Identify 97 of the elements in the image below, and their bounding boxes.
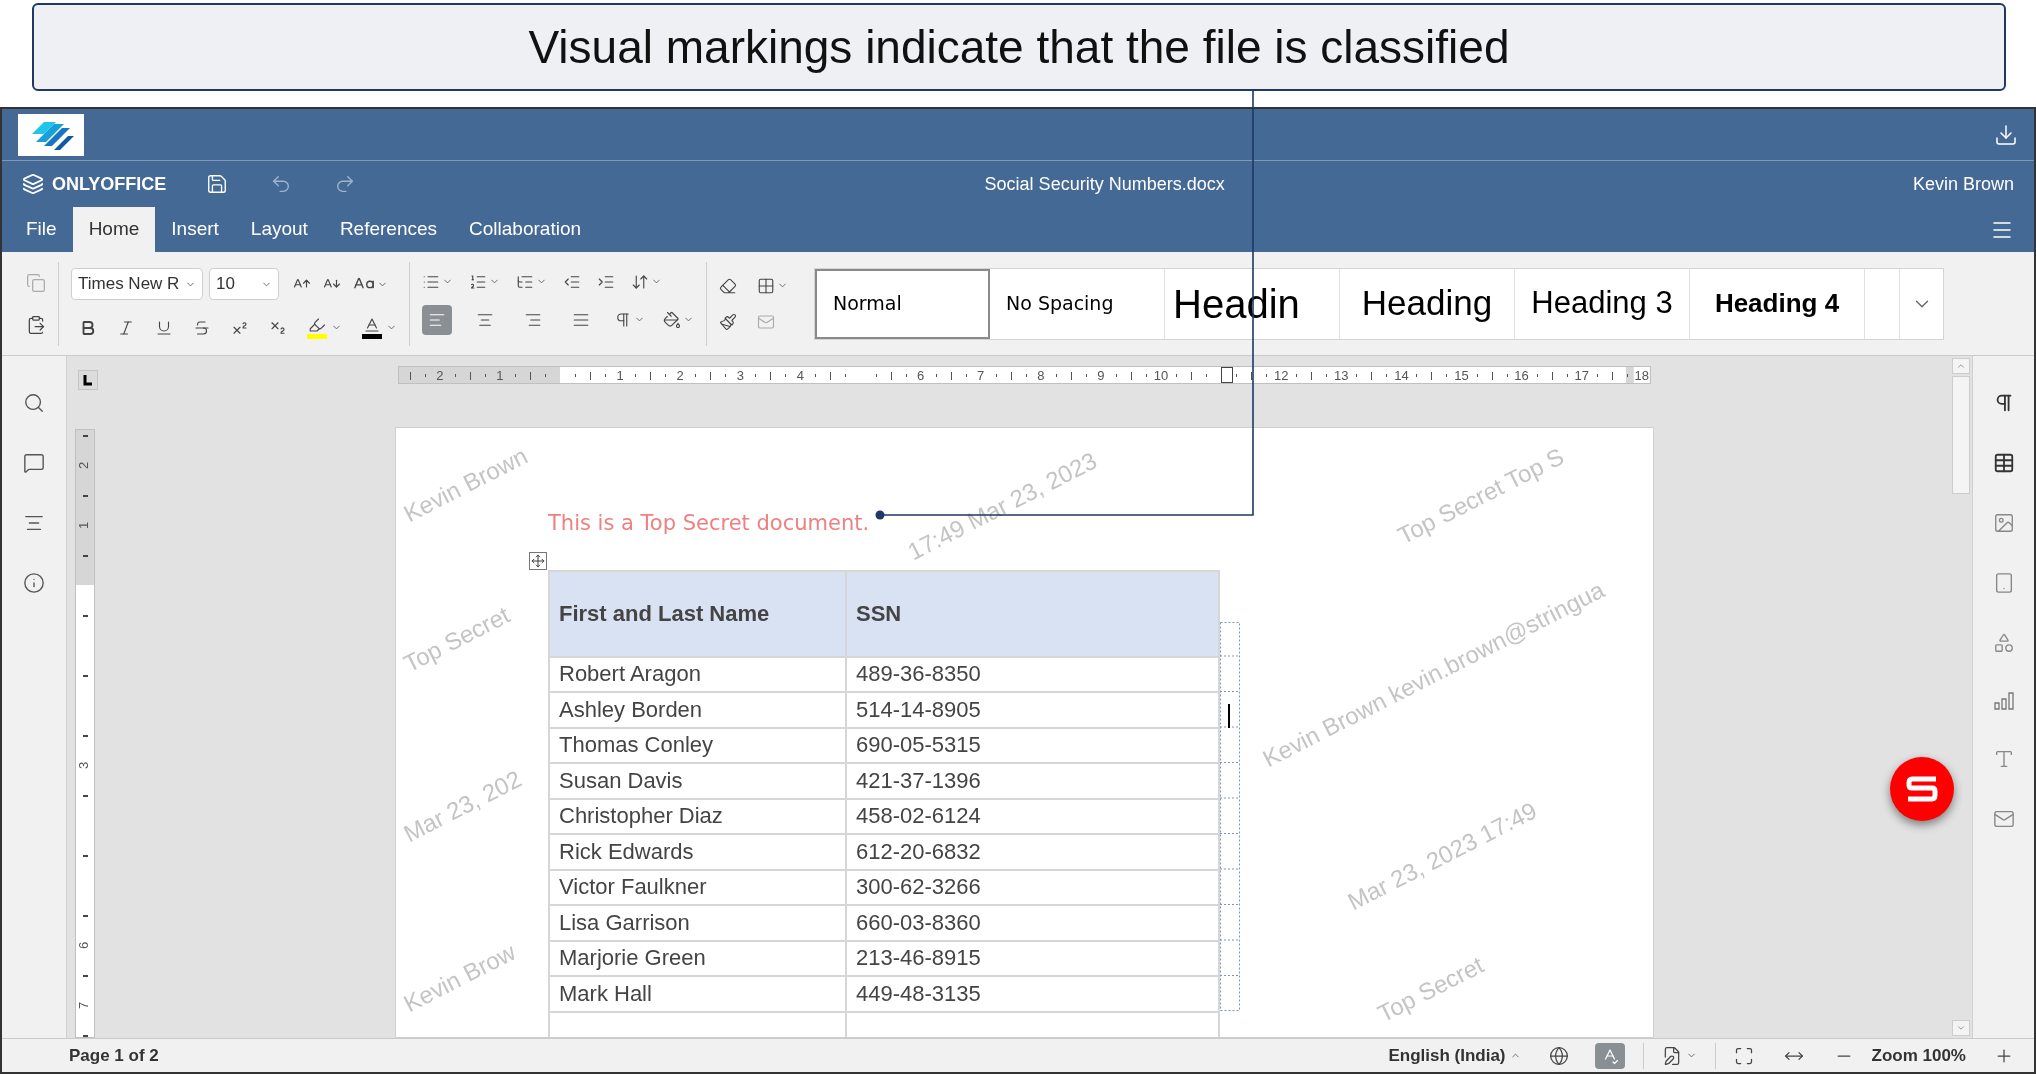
table-cell: Thomas Conley [549, 727, 846, 763]
watermark-text: Mar 23, 202 [399, 764, 527, 848]
tab-stop-icon[interactable] [78, 370, 98, 390]
table-cell: Christopher Diaz [549, 798, 846, 834]
ribbon-tab[interactable]: File [10, 207, 73, 252]
search-icon[interactable] [23, 392, 45, 414]
table-cell: Rick Edwards [549, 834, 846, 870]
language-select[interactable]: English (India) [1388, 1042, 1506, 1069]
user-name[interactable]: Kevin Brown [1912, 170, 2014, 198]
numbered-list-icon[interactable] [469, 272, 487, 291]
zoom-level: Zoom 100% [1871, 1044, 1966, 1067]
download-icon[interactable] [1994, 122, 2018, 147]
table-header-cell: First and Last Name [549, 570, 846, 657]
table-cell: 421-37-1396 [846, 763, 1219, 799]
underline-icon[interactable] [155, 318, 173, 337]
callout-text: Visual markings indicate that the file is classified [528, 19, 1510, 75]
ruler-number: 6 [77, 941, 91, 950]
ribbon-tab[interactable]: Home [72, 207, 156, 252]
italic-icon[interactable] [117, 318, 135, 337]
bar-chart-icon[interactable] [1993, 692, 2014, 710]
vertical-scrollbar[interactable] [1950, 356, 1972, 1038]
ribbon-tab[interactable]: Insert [155, 207, 235, 252]
ruler-number: 2 [77, 461, 91, 470]
ruler-number: 2 [436, 367, 444, 383]
watermark-text: Kevin Brown [399, 441, 533, 528]
table-cell: 489-36-8350 [846, 656, 1219, 692]
table-header-cell: SSN [846, 570, 1219, 657]
globe-icon[interactable] [1548, 1045, 1569, 1066]
style-preset[interactable]: Heading [1340, 268, 1515, 339]
text-cursor [1228, 703, 1230, 728]
logo-icon[interactable] [18, 113, 84, 156]
caret-icon [1956, 1023, 1966, 1033]
eraser-icon[interactable] [719, 276, 737, 295]
comment-icon[interactable] [23, 452, 45, 474]
table-cell: 213-46-8915 [846, 940, 1219, 976]
fit-page-icon[interactable] [1733, 1045, 1754, 1066]
horizontal-ruler[interactable]: 2 1 1 2 3 4 6 7 8 9 10 12 13 14 15 16 17 18 [398, 366, 1651, 384]
shape-settings-icon[interactable] [1992, 632, 2015, 654]
table-cell: 449-48-3135 [846, 976, 1219, 1012]
ruler-number: 3 [77, 761, 91, 770]
table-cell: 690-05-5315 [846, 727, 1219, 763]
font-color-icon[interactable] [363, 316, 381, 334]
color-scheme-icon[interactable] [757, 276, 775, 295]
watermark-text: Mar 23, 2023 17:49 [1343, 796, 1542, 916]
style-preset[interactable]: Normal [815, 268, 990, 339]
ruler-number: 1 [496, 367, 504, 383]
highlight-swatch [307, 334, 327, 339]
paintbrush-icon[interactable] [719, 312, 737, 331]
document-text: This is a Top Secret document. [548, 510, 870, 537]
mail-merge-icon[interactable] [1992, 808, 2015, 830]
style-preset[interactable]: Heading 3 [1515, 268, 1690, 339]
table-cell: Susan Davis [549, 763, 846, 799]
font-size-select[interactable]: 10 [209, 268, 279, 300]
table-cell: Marjorie Green [549, 940, 846, 976]
watermark-text: Kevin Brow [399, 937, 521, 1018]
table-cell: 612-20-6832 [846, 834, 1219, 870]
spell-check-button[interactable] [1594, 1042, 1625, 1069]
table-cell: Robert Aragon [549, 656, 846, 692]
ribbon-tab[interactable]: Layout [234, 207, 324, 252]
ruler-number: 7 [77, 1001, 91, 1010]
document-title: Social Security Numbers.docx [984, 172, 1225, 196]
table-cell: Victor Faulkner [549, 869, 846, 905]
paint-bucket-icon[interactable] [663, 310, 681, 329]
watermark-text: 17:49 Mar 23, 2023 [903, 446, 1102, 566]
table-cell: 514-14-8905 [846, 692, 1219, 728]
ruler-number: 18 [1633, 367, 1650, 383]
save-icon[interactable] [206, 173, 229, 195]
style-preset[interactable]: No Spacing [990, 268, 1165, 339]
table-cell: 458-02-6124 [846, 798, 1219, 834]
align-left-button[interactable] [422, 304, 452, 335]
table-settings-icon[interactable] [1992, 452, 2015, 474]
font-name-select[interactable]: Times New R [71, 268, 203, 300]
ruler-number: 1 [77, 521, 91, 530]
highlighter-icon[interactable] [308, 316, 326, 334]
info-icon[interactable] [23, 572, 45, 594]
page-indicator[interactable]: Page 1 of 2 [69, 1042, 159, 1069]
strikethrough-icon[interactable] [193, 318, 211, 337]
table-cell: Ashley Borden [549, 692, 846, 728]
caret-icon [1956, 361, 1966, 371]
table-cell: Mark Hall [549, 976, 846, 1012]
font-color-swatch [362, 334, 382, 339]
s-logo-icon [1905, 775, 1939, 803]
line-spacing-icon[interactable] [631, 272, 649, 291]
ribbon-tab[interactable]: Collaboration [453, 207, 598, 252]
layers-logo-icon [22, 173, 44, 195]
style-preset[interactable]: Heading 4 [1690, 268, 1865, 339]
ribbon-tab[interactable]: References [323, 207, 454, 252]
column-marker[interactable] [1221, 367, 1233, 383]
table-cell: 300-62-3266 [846, 869, 1219, 905]
vertical-ruler[interactable]: 2 1 3 6 7 [75, 429, 95, 1038]
product-name: ONLYOFFICE [52, 172, 167, 196]
scrollbar-thumb[interactable] [1952, 376, 1970, 494]
image-settings-icon[interactable] [1992, 512, 2015, 534]
paste-icon[interactable] [26, 314, 46, 335]
pilcrow-icon[interactable] [614, 310, 632, 329]
table-cell: 660-03-8360 [846, 905, 1219, 941]
table-cell: Lisa Garrison [549, 905, 846, 941]
